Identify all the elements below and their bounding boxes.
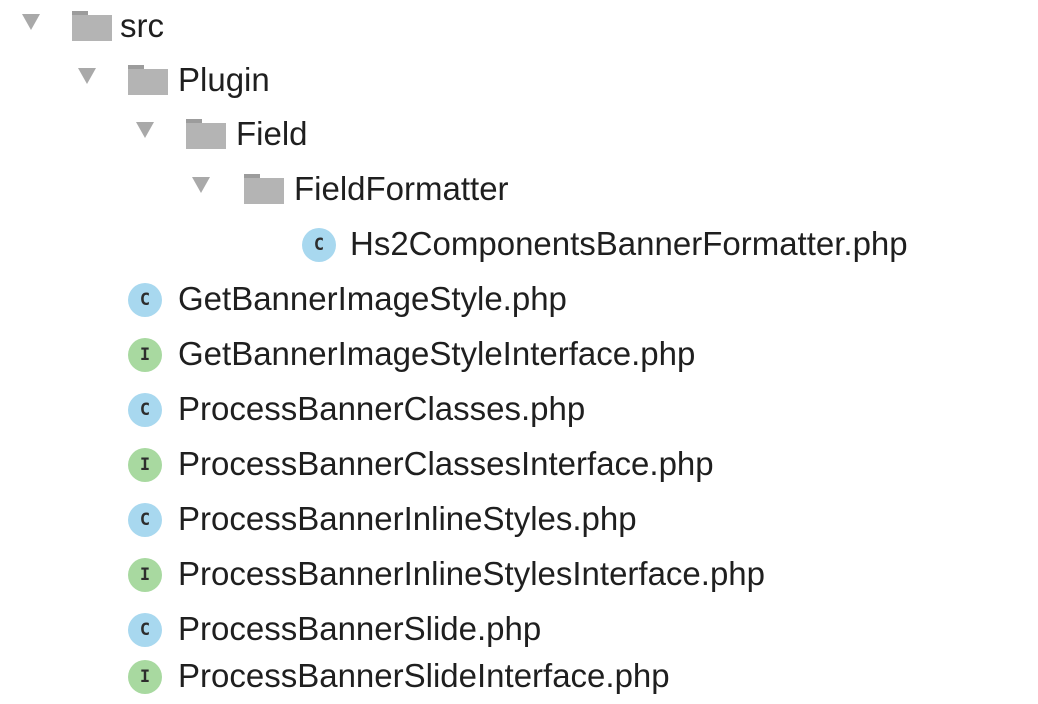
class-file-icon: C — [302, 228, 336, 262]
project-file-tree: src Plugin Field FieldFormatter C Hs2Com… — [0, 0, 1038, 703]
interface-file-icon: I — [128, 558, 162, 592]
tree-folder-fieldformatter[interactable]: FieldFormatter — [0, 163, 1038, 217]
tree-folder-field[interactable]: Field — [0, 108, 1038, 162]
file-label: Hs2ComponentsBannerFormatter.php — [350, 225, 908, 262]
file-label: ProcessBannerClassesInterface.php — [178, 445, 714, 482]
folder-label: FieldFormatter — [294, 170, 509, 207]
tree-file-item[interactable]: I ProcessBannerSlideInterface.php — [0, 650, 1038, 704]
class-file-icon: C — [128, 503, 162, 537]
class-file-icon: C — [128, 613, 162, 647]
interface-file-icon: I — [128, 660, 162, 694]
folder-icon — [244, 174, 284, 204]
tree-folder-src[interactable]: src — [0, 0, 1038, 54]
interface-file-icon: I — [128, 448, 162, 482]
tree-folder-plugin[interactable]: Plugin — [0, 54, 1038, 108]
expand-arrow-icon[interactable] — [78, 68, 96, 84]
folder-label: Field — [236, 115, 308, 152]
tree-file-item[interactable]: C ProcessBannerInlineStyles.php — [0, 493, 1038, 547]
file-label: GetBannerImageStyleInterface.php — [178, 335, 696, 372]
class-file-icon: C — [128, 283, 162, 317]
folder-icon — [186, 119, 226, 149]
file-label: ProcessBannerSlide.php — [178, 610, 542, 647]
file-label: ProcessBannerInlineStylesInterface.php — [178, 555, 766, 592]
tree-file-item[interactable]: C ProcessBannerClasses.php — [0, 383, 1038, 437]
expand-arrow-icon[interactable] — [136, 122, 154, 138]
file-label: GetBannerImageStyle.php — [178, 280, 567, 317]
folder-icon — [72, 11, 112, 41]
class-file-icon: C — [128, 393, 162, 427]
tree-file-item[interactable]: C ProcessBannerSlide.php — [0, 603, 1038, 657]
folder-label: Plugin — [178, 61, 270, 98]
folder-icon — [128, 65, 168, 95]
interface-file-icon: I — [128, 338, 162, 372]
file-label: ProcessBannerClasses.php — [178, 390, 586, 427]
file-label: ProcessBannerInlineStyles.php — [178, 500, 637, 537]
tree-file-item[interactable]: C Hs2ComponentsBannerFormatter.php — [0, 218, 1038, 272]
tree-file-item[interactable]: I ProcessBannerInlineStylesInterface.php — [0, 548, 1038, 602]
expand-arrow-icon[interactable] — [22, 14, 40, 30]
expand-arrow-icon[interactable] — [192, 177, 210, 193]
tree-file-item[interactable]: I GetBannerImageStyleInterface.php — [0, 328, 1038, 382]
folder-label: src — [120, 7, 164, 44]
tree-file-item[interactable]: I ProcessBannerClassesInterface.php — [0, 438, 1038, 492]
tree-file-item[interactable]: C GetBannerImageStyle.php — [0, 273, 1038, 327]
file-label: ProcessBannerSlideInterface.php — [178, 657, 670, 694]
